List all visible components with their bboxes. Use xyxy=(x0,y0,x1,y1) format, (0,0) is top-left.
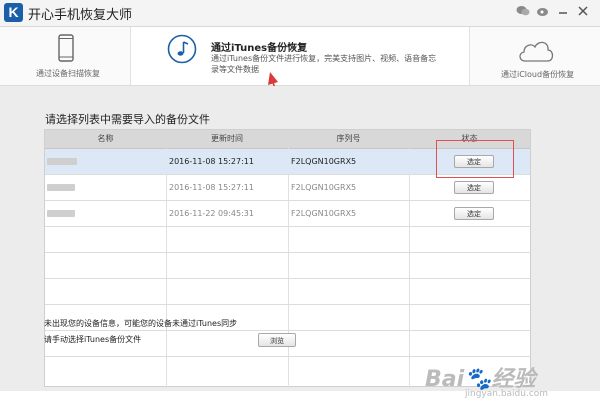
mode-icloud-label: 通过iCloud备份恢复 xyxy=(501,70,575,79)
row-update-time: 2016-11-08 15:27:11 xyxy=(169,157,254,166)
mode-itunes-title: 通过iTunes备份恢复 xyxy=(211,43,308,54)
row-serial: F2LQGN10GRX5 xyxy=(291,209,357,218)
app-title: 开心手机恢复大师 xyxy=(28,8,133,23)
column-serial: 序列号 xyxy=(336,134,361,143)
cloud-icon xyxy=(519,41,554,62)
redacted-device-name xyxy=(47,158,77,165)
redacted-device-name xyxy=(47,184,75,191)
empty-row xyxy=(45,227,530,253)
mode-device-scan-label: 通过设备扫描恢复 xyxy=(36,69,100,78)
browse-button[interactable]: 浏览 xyxy=(258,333,296,347)
mode-icloud-backup[interactable]: 通过iCloud备份恢复 xyxy=(470,27,600,85)
highlight-box xyxy=(436,140,514,178)
table-row[interactable]: 2016-11-22 09:45:31 F2LQGN10GRX5 选定 xyxy=(45,201,530,227)
redacted-device-name xyxy=(47,210,75,217)
recovery-mode-bar: 通过设备扫描恢复 通过iTunes备份恢复 通过iTunes备份文件进行恢复，完… xyxy=(0,27,600,86)
column-name: 名称 xyxy=(97,134,114,143)
title-bar: K 开心手机恢复大师 xyxy=(0,0,600,27)
table-row[interactable]: 2016-11-08 15:27:11 F2LQGN10GRX5 选定 xyxy=(45,175,530,201)
mode-itunes-desc: 通过iTunes备份文件进行恢复，完美支持图片、视频、语音备忘录等文件数据 xyxy=(211,54,437,74)
row-serial: F2LQGN10GRX5 xyxy=(291,157,357,166)
app-logo: K xyxy=(4,3,23,22)
select-button[interactable]: 选定 xyxy=(454,207,494,220)
row-update-time: 2016-11-22 09:45:31 xyxy=(169,209,254,218)
minimize-icon[interactable] xyxy=(556,5,570,19)
wechat-icon[interactable] xyxy=(516,5,530,19)
weibo-icon[interactable] xyxy=(536,5,550,19)
column-update-time: 更新时间 xyxy=(211,134,243,143)
music-note-icon xyxy=(167,34,197,64)
select-button[interactable]: 选定 xyxy=(454,181,494,194)
baidu-jingyan-watermark: Bai🐾经验 jingyan.baidu.com xyxy=(425,367,549,399)
row-serial: F2LQGN10GRX5 xyxy=(291,183,357,192)
close-icon[interactable] xyxy=(576,5,590,19)
mode-itunes-backup[interactable]: 通过iTunes备份恢复 通过iTunes备份文件进行恢复，完美支持图片、视频、… xyxy=(130,27,470,85)
main-content: 请选择列表中需要导入的备份文件 名称 更新时间 序列号 状态 2016-11-0… xyxy=(0,86,600,391)
section-heading: 请选择列表中需要导入的备份文件 xyxy=(45,113,210,126)
empty-row xyxy=(45,253,530,279)
manual-select-label: 请手动选择iTunes备份文件 xyxy=(44,335,142,344)
row-update-time: 2016-11-08 15:27:11 xyxy=(169,183,254,192)
phone-icon xyxy=(58,34,74,62)
device-missing-notice: 未出现您的设备信息，可能您的设备未通过iTunes同步 xyxy=(44,319,238,328)
empty-row xyxy=(45,279,530,305)
mode-device-scan[interactable]: 通过设备扫描恢复 xyxy=(0,27,130,85)
